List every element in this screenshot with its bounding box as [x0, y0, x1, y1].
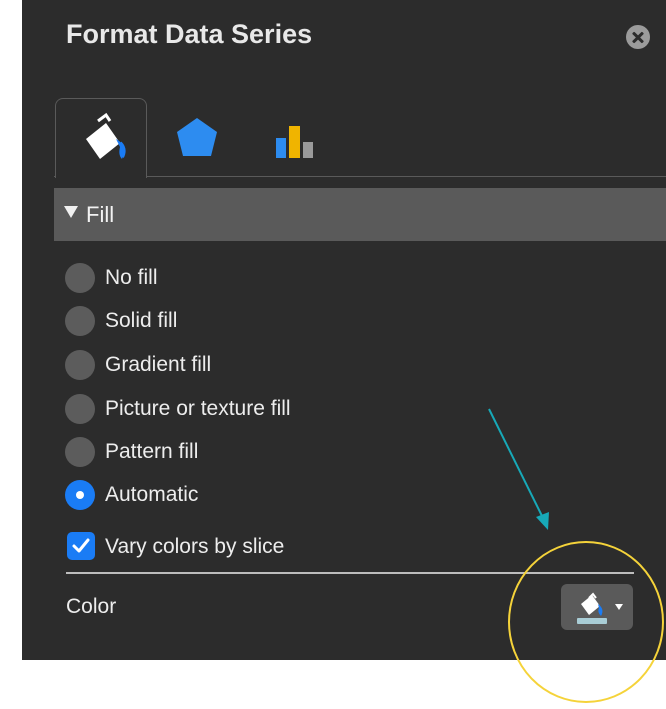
radio-pattern-fill[interactable]: [65, 437, 95, 467]
pentagon-icon: [177, 118, 217, 156]
checkmark-icon: [72, 538, 90, 553]
section-divider: [66, 572, 634, 574]
tab-series-options[interactable]: [270, 98, 362, 178]
option-label: Automatic: [105, 483, 199, 506]
tab-effects[interactable]: [167, 98, 259, 178]
format-data-series-panel: Format Data Series Fill No fill Solid fi…: [22, 0, 666, 660]
option-label: Gradient fill: [105, 353, 212, 376]
tab-fill-line[interactable]: [55, 98, 147, 178]
color-picker-button[interactable]: [561, 584, 633, 630]
fill-section-label: Fill: [86, 202, 115, 227]
collapse-arrow-icon: [64, 206, 78, 218]
chevron-down-icon: [615, 604, 623, 610]
option-label: Solid fill: [105, 309, 178, 332]
radio-automatic[interactable]: [65, 480, 95, 510]
fill-section-header[interactable]: Fill: [54, 188, 666, 241]
radio-picture-texture-fill[interactable]: [65, 394, 95, 424]
radio-solid-fill[interactable]: [65, 306, 95, 336]
option-label: Pattern fill: [105, 440, 199, 463]
option-label: No fill: [105, 266, 158, 289]
radio-gradient-fill[interactable]: [65, 350, 95, 380]
bar-chart-icon: [276, 126, 313, 158]
panel-title: Format Data Series: [66, 19, 313, 49]
radio-no-fill[interactable]: [65, 263, 95, 293]
paint-bucket-icon: [86, 112, 126, 159]
vary-colors-checkbox[interactable]: [67, 532, 95, 560]
vary-colors-label: Vary colors by slice: [105, 535, 285, 558]
color-label: Color: [66, 595, 117, 618]
close-icon[interactable]: [626, 25, 650, 49]
paint-bucket-icon: [577, 592, 623, 624]
option-label: Picture or texture fill: [105, 397, 291, 420]
